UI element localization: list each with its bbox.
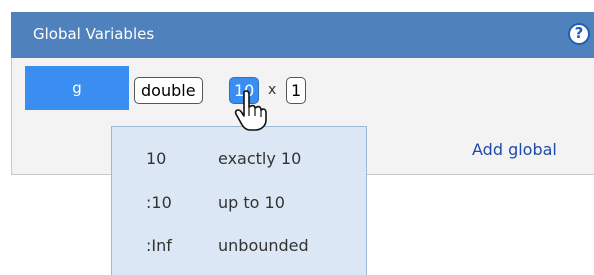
- size-option-unbounded[interactable]: :Inf unbounded: [112, 226, 366, 266]
- option-description: up to 10: [218, 193, 285, 212]
- variable-name: g: [72, 79, 82, 97]
- variable-type-field[interactable]: double: [134, 77, 203, 104]
- help-icon[interactable]: [568, 23, 590, 45]
- variable-type: double: [141, 81, 196, 100]
- global-variables-window: Global Variables g double 10 x 1 Add glo…: [0, 0, 594, 275]
- option-value: :Inf: [146, 236, 172, 255]
- size-dim2-field[interactable]: 1: [286, 77, 307, 104]
- option-description: unbounded: [218, 236, 309, 255]
- variable-name-field[interactable]: g: [25, 66, 129, 110]
- size-option-exact[interactable]: 10 exactly 10: [112, 139, 366, 179]
- add-global-link[interactable]: Add global: [472, 140, 557, 159]
- panel-title: Global Variables: [33, 25, 155, 43]
- option-description: exactly 10: [218, 149, 302, 168]
- hand-cursor-icon: [234, 90, 267, 131]
- size-dim2: 1: [291, 81, 302, 100]
- size-options-dropdown: 10 exactly 10 :10 up to 10 :Inf unbounde…: [111, 126, 367, 275]
- option-value: :10: [146, 193, 172, 212]
- option-value: 10: [146, 149, 167, 168]
- size-option-upto[interactable]: :10 up to 10: [112, 183, 366, 223]
- panel-header: Global Variables: [11, 12, 594, 58]
